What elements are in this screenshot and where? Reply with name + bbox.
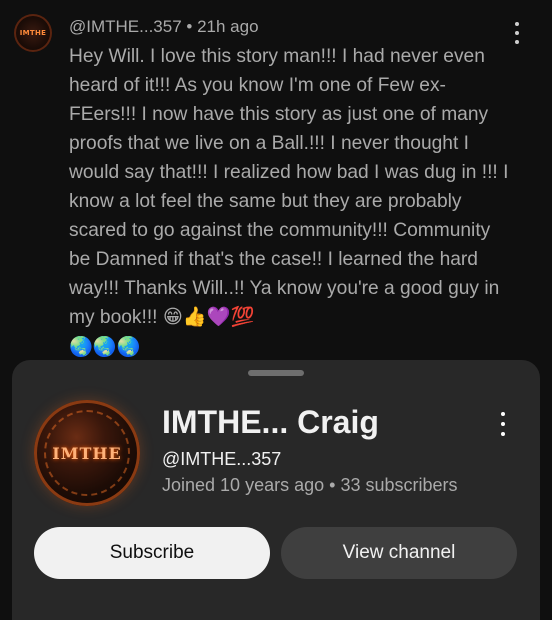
channel-bottom-sheet: IMTHE IMTHE... Craig @IMTHE...357 Joined… xyxy=(12,360,540,620)
comment-meta-separator: • xyxy=(181,17,198,36)
channel-joined: Joined 10 years ago xyxy=(162,475,325,495)
sheet-drag-handle[interactable] xyxy=(248,370,304,376)
comment-author-avatar[interactable]: IMTHE xyxy=(14,14,52,52)
comment-text: Hey Will. I love this story man!!! I had… xyxy=(69,42,509,362)
comment-meta: @IMTHE...357 • 21h ago xyxy=(69,17,259,37)
comment-body: Hey Will. I love this story man!!! I had… xyxy=(69,46,514,328)
channel-name: IMTHE... Craig xyxy=(162,404,379,440)
more-vertical-icon[interactable] xyxy=(508,22,526,44)
channel-avatar-logo-text: IMTHE xyxy=(52,443,122,463)
channel-handle: @IMTHE...357 xyxy=(162,449,282,469)
comment-avatar-logo-text: IMTHE xyxy=(19,29,47,37)
subscribe-button[interactable]: Subscribe xyxy=(34,527,270,579)
comment-author[interactable]: @IMTHE...357 xyxy=(69,17,182,36)
comment: IMTHE @IMTHE...357 • 21h ago Hey Will. I… xyxy=(0,0,552,360)
comment-time: 21h ago xyxy=(197,17,259,36)
comment-emoji-line: 🌏🌏🌏 xyxy=(69,335,141,358)
channel-stats-separator: • xyxy=(324,475,341,495)
channel-subscriber-count: 33 subscribers xyxy=(340,475,458,495)
channel-avatar[interactable]: IMTHE xyxy=(34,400,140,506)
more-vertical-icon[interactable] xyxy=(494,412,512,436)
view-channel-button[interactable]: View channel xyxy=(281,527,517,579)
channel-stats: Joined 10 years ago • 33 subscribers xyxy=(162,475,458,496)
